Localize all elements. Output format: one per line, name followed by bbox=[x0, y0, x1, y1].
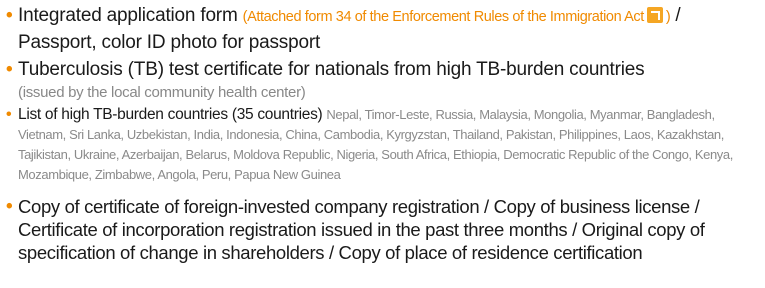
integrated-form-label: Integrated application form bbox=[18, 5, 238, 26]
external-link-icon[interactable] bbox=[646, 7, 663, 23]
bullet-marker: • bbox=[6, 196, 13, 217]
tb-certificate-text: Tuberculosis (TB) test certificate for n… bbox=[18, 59, 645, 80]
requirement-text: Integrated application form (Attached fo… bbox=[6, 3, 757, 56]
requirement-item: • Tuberculosis (TB) test certificate for… bbox=[6, 57, 757, 103]
tb-certificate-note: (issued by the local community health ce… bbox=[18, 84, 306, 101]
bullet-marker: • bbox=[6, 5, 13, 26]
requirement-item: • List of high TB-burden countries (35 c… bbox=[6, 105, 757, 185]
tb-country-list-title: List of high TB-burden countries (35 cou… bbox=[18, 106, 323, 123]
bullet-marker: • bbox=[6, 59, 13, 80]
bullet-marker: • bbox=[6, 106, 12, 123]
requirement-item: • Copy of certificate of foreign-investe… bbox=[6, 195, 757, 264]
requirement-item: • Integrated application form (Attached … bbox=[6, 3, 757, 56]
form-reference-link[interactable]: (Attached form 34 of the Enforcement Rul… bbox=[243, 9, 645, 25]
company-documents-text: Copy of certificate of foreign-invested … bbox=[18, 196, 705, 263]
tb-country-list: List of high TB-burden countries (35 cou… bbox=[6, 105, 757, 185]
